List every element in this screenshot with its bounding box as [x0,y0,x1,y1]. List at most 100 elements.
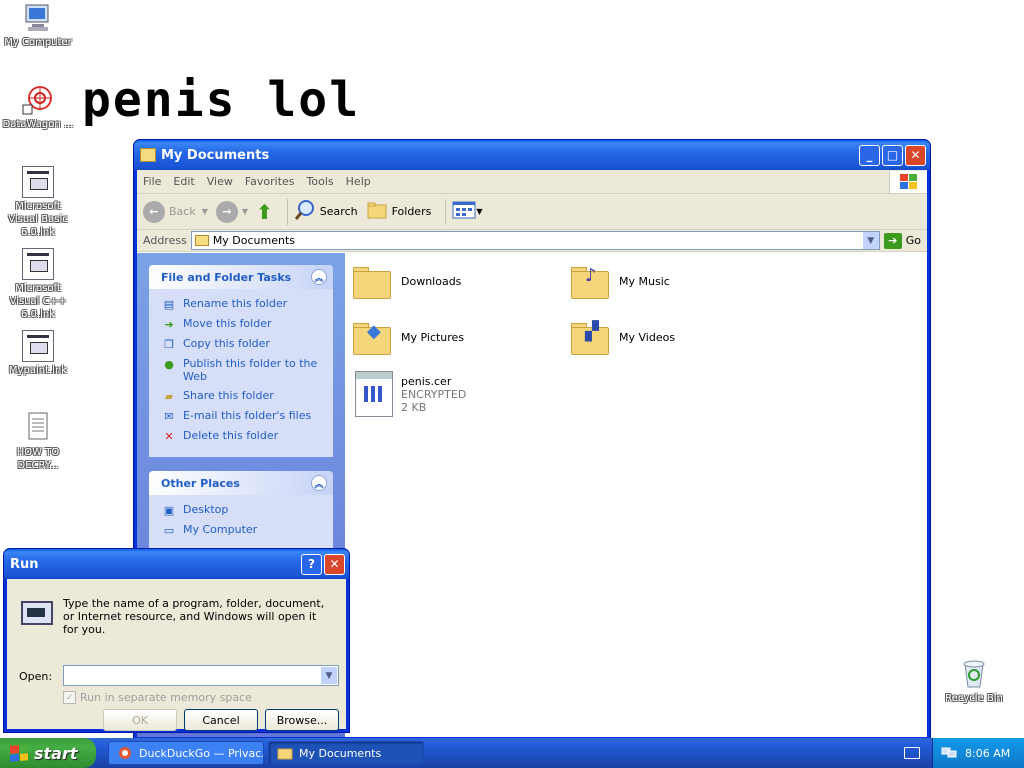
desktop-icon-label: Microsoft Visual C++ 6.0.lnk [9,283,67,320]
taskbar-button-my-documents[interactable]: My Documents [268,741,424,765]
clock[interactable]: 8:06 AM [965,747,1010,760]
maximize-button[interactable]: □ [882,144,903,166]
address-bar: Address My Documents ▼ ➔ Go [137,230,927,252]
shortcut-file-icon [22,330,54,362]
menu-help[interactable]: Help [346,175,371,188]
desktop-icon-my-computer[interactable]: My Computer [0,2,76,49]
computer-icon [22,2,54,34]
certificate-file-icon [355,371,393,417]
file-item-my-pictures[interactable]: ◆ My Pictures [353,321,464,357]
file-status: ENCRYPTED [401,388,467,401]
forward-button[interactable]: → ▼ [215,200,249,223]
chevron-down-icon: ▼ [201,207,208,216]
task-share-folder[interactable]: ▰ Share this folder [161,389,323,403]
toolbar-separator [445,198,447,225]
help-button[interactable]: ? [301,553,322,575]
task-label: Delete this folder [183,429,279,442]
desktop-icon-vc6[interactable]: Microsoft Visual C++ 6.0.lnk [0,248,76,321]
collapse-chevron-icon[interactable]: ︽ [311,269,327,285]
folder-icon [140,148,156,162]
run-titlebar[interactable]: Run ? ✕ [4,549,349,579]
explorer-titlebar[interactable]: My Documents _ □ ✕ [134,140,930,170]
search-button[interactable]: Search [294,199,358,224]
file-item-penis-cer[interactable]: penis.cer ENCRYPTED 2 KB [355,371,466,417]
file-item-my-videos[interactable]: ▞ My Videos [571,321,675,357]
ok-button[interactable]: OK [103,709,177,731]
up-button[interactable]: ⬆ [256,200,273,224]
keyboard-icon[interactable] [904,747,920,759]
network-icon[interactable] [941,745,957,762]
task-label: Share this folder [183,389,274,402]
panel-header[interactable]: Other Places ︽ [149,471,333,495]
start-label: start [34,743,78,763]
address-input[interactable]: My Documents ▼ [190,231,880,250]
desktop-icon-datawagon[interactable]: DataWagon ... [0,84,76,131]
desktop-icon: ▣ [163,503,175,517]
task-delete-folder[interactable]: ✕ Delete this folder [161,429,323,443]
task-rename-folder[interactable]: ▤ Rename this folder [161,297,323,311]
system-tray: 8:06 AM [932,738,1024,768]
back-label: Back [169,205,196,218]
menu-edit[interactable]: Edit [173,175,194,188]
search-label: Search [319,205,358,218]
shortcut-file-icon [22,166,54,198]
file-name: My Pictures [401,331,465,344]
menu-favorites[interactable]: Favorites [245,175,295,188]
menu-view[interactable]: View [207,175,233,188]
panel-header[interactable]: File and Folder Tasks ︽ [149,265,333,289]
file-item-downloads[interactable]: Downloads [353,265,461,301]
go-button[interactable]: ➔ Go [880,232,927,249]
menu-file[interactable]: File [143,175,161,188]
file-name: Downloads [401,275,462,288]
browse-button[interactable]: Browse... [265,709,339,731]
address-label: Address [143,234,187,247]
run-program-icon [21,601,53,625]
desktop-icon-recycle-bin[interactable]: Recycle Bin [936,658,1012,705]
address-dropdown-button[interactable]: ▼ [862,232,879,249]
start-button[interactable]: start [0,738,96,768]
open-combobox[interactable]: ▼ [63,665,339,686]
folders-button[interactable]: Folders [366,200,432,223]
folders-label: Folders [391,205,432,218]
chevron-down-icon: ▼ [241,207,249,216]
collapse-chevron-icon[interactable]: ︽ [311,475,327,491]
open-dropdown-button[interactable]: ▼ [321,667,337,684]
desktop-icon-label: HOW TO DECRY... [16,447,60,471]
datawagon-icon [22,84,54,116]
menu-tools[interactable]: Tools [307,175,334,188]
toolbar: ← Back ▼ → ▼ ⬆ Search Folders ▼ [137,194,927,230]
move-icon: ➜ [164,317,174,331]
desktop-icon-how-to-decrypt[interactable]: HOW TO DECRY... [0,412,76,472]
desktop-icon-vb6[interactable]: Microsoft Visual Basic 6.0.lnk [0,166,76,239]
task-publish-web[interactable]: ● Publish this folder to the Web [161,357,323,383]
desktop-icon-mypaint[interactable]: Mypaint.lnk [0,330,76,377]
task-copy-folder[interactable]: ❐ Copy this folder [161,337,323,351]
desktop-icon-label: Recycle Bin [945,693,1003,704]
pictures-folder-icon: ◆ [353,321,395,357]
cancel-button[interactable]: Cancel [184,709,258,731]
go-arrow-icon: ➔ [883,232,902,249]
close-button[interactable]: ✕ [905,144,926,166]
open-input[interactable] [64,666,318,685]
separate-memory-checkbox[interactable]: ✓ Run in separate memory space [63,691,252,704]
views-icon [452,200,476,223]
minimize-button[interactable]: _ [859,144,880,166]
task-email-files[interactable]: ✉ E-mail this folder's files [161,409,323,423]
desktop-icon-label: Microsoft Visual Basic 6.0.lnk [8,201,68,238]
music-folder-icon: ♪ [571,265,613,301]
file-item-my-music[interactable]: ♪ My Music [571,265,670,301]
task-move-folder[interactable]: ➜ Move this folder [161,317,323,331]
back-button[interactable]: ← Back ▼ [143,200,208,223]
checkbox-icon: ✓ [63,691,76,704]
views-button[interactable]: ▼ [452,200,482,223]
taskbar-button-duckduckgo[interactable]: DuckDuckGo — Privac... [108,741,264,765]
rename-icon: ▤ [163,297,175,311]
email-icon: ✉ [164,409,174,423]
open-label: Open: [19,670,53,683]
close-button[interactable]: ✕ [324,553,345,575]
desktop-icon-label: Mypaint.lnk [8,365,68,376]
task-label: Publish this folder to the Web [183,357,318,383]
place-my-computer[interactable]: ▭ My Computer [161,523,323,537]
place-label: My Computer [183,523,258,536]
place-desktop[interactable]: ▣ Desktop [161,503,323,517]
